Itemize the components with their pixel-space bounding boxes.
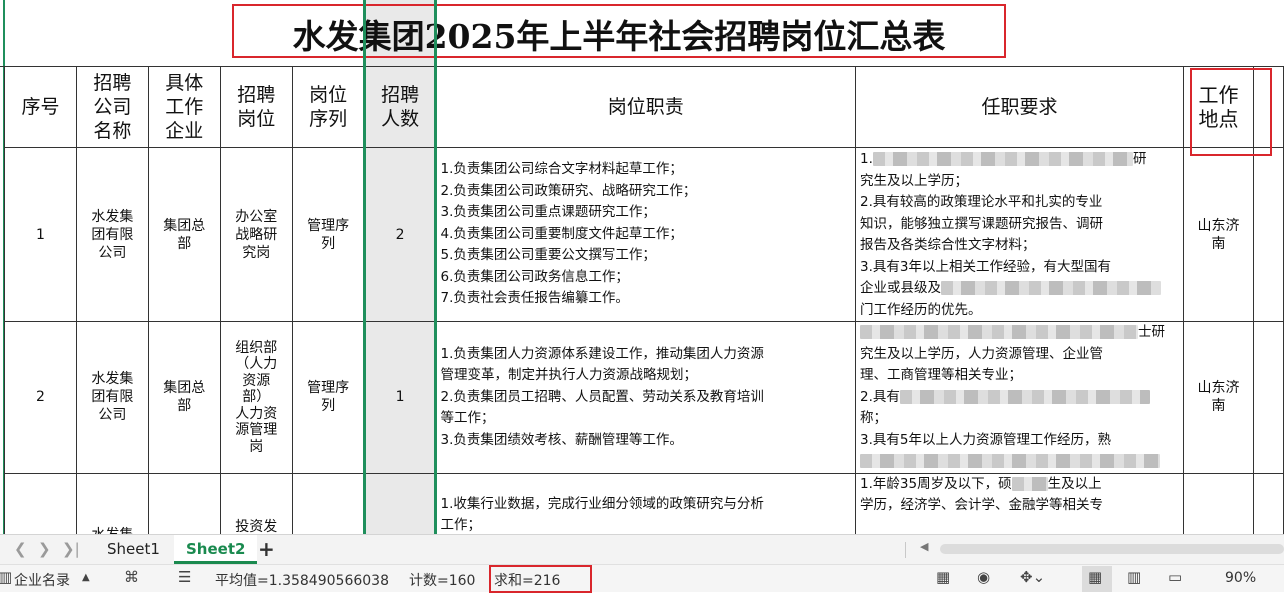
cell-work-company[interactable]: 集团总部 (147, 147, 221, 322)
cell-count[interactable]: 1 (363, 321, 437, 474)
cell-sequence[interactable]: 管理序列 (291, 321, 365, 474)
page-layout-view-icon[interactable]: ▭ (1168, 568, 1182, 586)
layout-icon[interactable]: ☰ (178, 568, 191, 586)
table-row: 1 水发集 团有限 公司 集团总部 办公室 战略研 究岗 管理序列 2 1.负责集团公司… (4, 147, 1284, 322)
scroll-left-icon[interactable]: ◀ (920, 540, 928, 553)
cell-duties[interactable]: 1.收集行业数据，完成行业细分领域的政策研究与分析 工作； (435, 472, 857, 534)
freeze-icon[interactable]: ✥⌄ (1020, 568, 1045, 586)
header-no[interactable]: 序号 (4, 66, 77, 148)
header-work-company[interactable]: 具体 工作 企业 (147, 66, 221, 148)
cell-requirements[interactable]: 1. 研 究生及以上学历； 2.具有较高的政策理论水平和扎实的专业 知识，能够独立… (855, 147, 1185, 322)
cell-count[interactable]: 2 (363, 147, 437, 322)
header-sequence[interactable]: 岗位 序列 (291, 66, 365, 148)
macro-icon[interactable]: ⌘ (124, 568, 139, 586)
cell-no[interactable] (4, 472, 77, 534)
table-row: 水发集 投资发 1.收集行业数据，完成行业细分领域的政策研究与分析工作； 1.年… (4, 472, 1284, 534)
cell-location[interactable]: 山东济南 (1183, 147, 1254, 322)
sheet-tab-bar: ❮ ❯ ❯| Sheet1 Sheet2 + ◀ (0, 534, 1284, 564)
cell-no[interactable]: 2 (4, 321, 77, 474)
cell-company[interactable]: 水发集 (75, 472, 149, 534)
directory-icon[interactable]: ▥ (0, 568, 12, 586)
cell-sequence[interactable] (291, 472, 365, 534)
page-break-view-icon[interactable]: ▥ (1127, 568, 1141, 586)
tab-sheet2[interactable]: Sheet2 (174, 535, 258, 564)
header-count[interactable]: 招聘 人数 (363, 66, 437, 148)
cell-company[interactable]: 水发集 团有限 公司 (75, 147, 149, 322)
dropdown-icon[interactable]: ▲ (82, 572, 90, 583)
redacted-text (899, 389, 1150, 404)
spreadsheet-area[interactable]: 水发集团2025年上半年社会招聘岗位汇总表 序号 招聘 公司 名称 具体 工作 企业 招… (0, 0, 1284, 534)
cell-duties[interactable]: 1.负责集团人力资源体系建设工作，推动集团人力资源 管理变革，制定并执行人力资源战… (435, 321, 857, 474)
nav-last-icon[interactable]: ❯| (62, 540, 80, 558)
cell-position[interactable]: 办公室 战略研 究岗 (219, 147, 293, 322)
status-sum: 求和=216 (494, 573, 561, 589)
add-sheet-icon[interactable]: + (258, 537, 275, 561)
header-position[interactable]: 招聘 岗位 (219, 66, 293, 148)
tab-sheet1[interactable]: Sheet1 (95, 535, 172, 564)
redacted-text (1011, 476, 1048, 491)
sheet-title: 水发集团2025年上半年社会招聘岗位汇总表 (292, 17, 946, 56)
cell-count[interactable] (363, 472, 437, 534)
nav-next-icon[interactable]: ❯ (38, 540, 51, 558)
location-header-highlight-box (1190, 68, 1272, 156)
cell-position[interactable]: 组织部 （人力 资源 部） 人力资 源管理岗 (219, 321, 293, 474)
cell-work-company[interactable] (147, 472, 221, 534)
cell-extra[interactable] (1252, 147, 1284, 322)
redacted-text (860, 454, 1161, 468)
cell-requirements[interactable]: 士研 究生及以上学历，人力资源管理、企业管 理、工商管理等相关专业； 2.具有 … (855, 321, 1185, 474)
status-average: 平均值=1.358490566038 (215, 573, 389, 589)
eye-icon[interactable]: ◉ (977, 568, 990, 586)
header-requirements[interactable]: 任职要求 (855, 66, 1185, 148)
cell-location[interactable] (1183, 472, 1254, 534)
horizontal-scrollbar[interactable] (940, 544, 1284, 554)
cell-extra[interactable] (1252, 321, 1284, 474)
cell-sequence[interactable]: 管理序列 (291, 147, 365, 322)
redacted-text (860, 325, 1139, 339)
cell-work-company[interactable]: 集团总部 (147, 321, 221, 474)
cell-extra[interactable] (1252, 472, 1284, 534)
recruitment-table: 序号 招聘 公司 名称 具体 工作 企业 招聘 岗位 岗位 序列 招聘 人数 岗位职责 任职要… (4, 66, 1284, 534)
header-row: 序号 招聘 公司 名称 具体 工作 企业 招聘 岗位 岗位 序列 招聘 人数 岗位职责 任职要… (4, 66, 1284, 148)
cell-position[interactable]: 投资发 (219, 472, 293, 534)
cell-company[interactable]: 水发集 团有限 公司 (75, 321, 149, 474)
cell-no[interactable]: 1 (4, 147, 77, 322)
cell-requirements[interactable]: 1.年龄35周岁及以下，硕 生及以上 学历，经济学、会计学、金融学等相关专 (855, 472, 1185, 534)
status-count: 计数=160 (409, 573, 476, 589)
protect-icon[interactable]: ▦ (936, 568, 950, 586)
redacted-text (941, 281, 1162, 295)
header-company[interactable]: 招聘 公司 名称 (75, 66, 149, 148)
cell-duties[interactable]: 1.负责集团公司综合文字材料起草工作； 2.负责集团公司政策研究、战略研究工作； 3… (435, 147, 857, 322)
header-duties[interactable]: 岗位职责 (435, 66, 857, 148)
nav-prev-icon[interactable]: ❮ (14, 540, 27, 558)
directory-label[interactable]: 企业名录 (14, 570, 70, 590)
cell-location[interactable]: 山东济南 (1183, 321, 1254, 474)
zoom-level[interactable]: 90% (1225, 570, 1256, 586)
status-bar: ▥ 企业名录 ▲ ⌘ ☰ 平均值=1.358490566038 计数=160 求… (0, 564, 1284, 593)
table-row: 2 水发集 团有限 公司 集团总部 组织部 （人力 资源 部） 人力资 源管理岗 管理序列 1… (4, 321, 1284, 474)
normal-view-icon[interactable]: ▦ (1088, 568, 1102, 586)
redacted-text (872, 152, 1133, 166)
tab-splitter[interactable] (905, 542, 906, 558)
